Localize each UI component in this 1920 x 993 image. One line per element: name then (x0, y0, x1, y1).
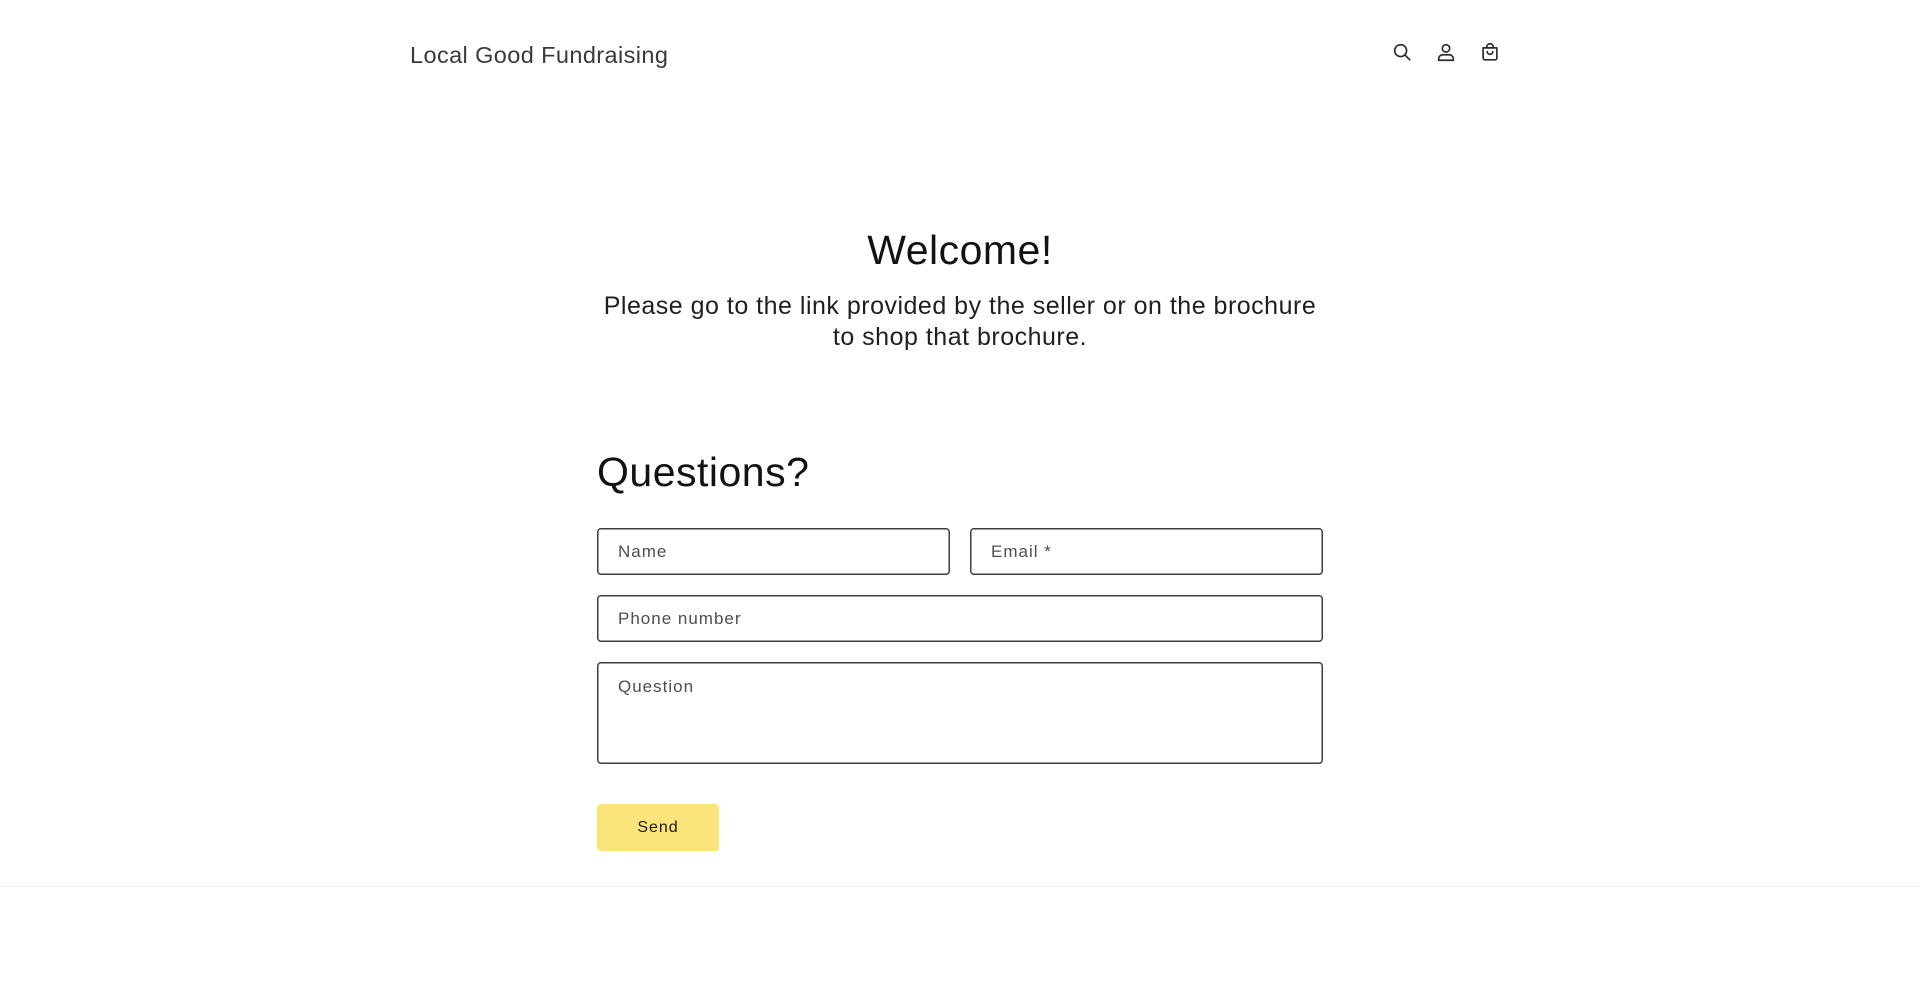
cart-button[interactable] (1478, 40, 1502, 64)
question-field-wrapper (597, 662, 1323, 764)
phone-field-wrapper (597, 595, 1323, 642)
contact-form-section: Questions? Send (597, 443, 1323, 851)
phone-input[interactable] (598, 596, 1322, 641)
email-field-wrapper (970, 528, 1323, 575)
welcome-section: Welcome! Please go to the link provided … (0, 222, 1920, 353)
send-button[interactable]: Send (597, 804, 719, 851)
name-input[interactable] (598, 529, 949, 574)
site-header: Local Good Fundraising (0, 0, 1920, 116)
contact-title: Questions? (597, 449, 810, 495)
account-button[interactable] (1434, 40, 1458, 64)
account-icon (1437, 43, 1455, 62)
contact-form: Send (597, 528, 1323, 851)
search-button[interactable] (1390, 40, 1414, 64)
cart-icon (1482, 43, 1498, 61)
email-input[interactable] (971, 529, 1322, 574)
question-textarea[interactable] (598, 663, 1322, 763)
header-icons (1390, 40, 1502, 64)
name-field-wrapper (597, 528, 950, 575)
footer-divider (0, 886, 1920, 887)
welcome-title: Welcome! (867, 227, 1053, 273)
search-icon (1393, 43, 1411, 61)
welcome-text: Please go to the link provided by the se… (603, 292, 1317, 351)
brand-logo-link[interactable]: Local Good Fundraising (410, 42, 668, 69)
